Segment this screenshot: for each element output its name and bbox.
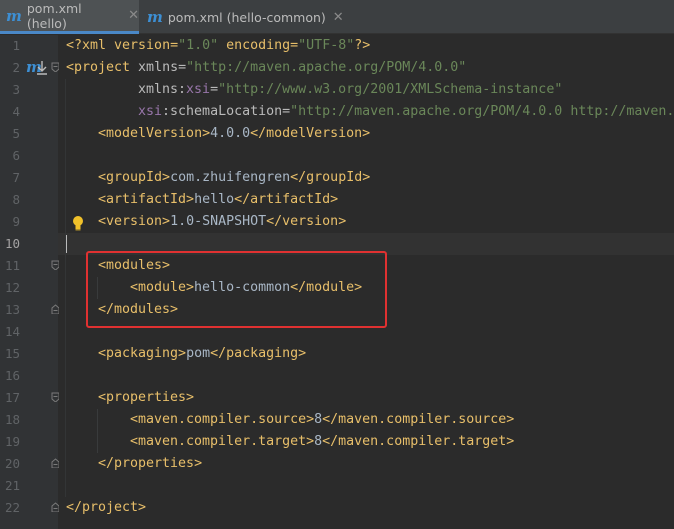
line-number: 15	[4, 346, 20, 361]
line-number: 19	[4, 434, 20, 449]
maven-icon: m	[6, 6, 22, 25]
line-number: 3	[12, 82, 20, 97]
fold-marker-icon[interactable]	[51, 260, 59, 270]
code-line-20: </properties>	[98, 456, 203, 471]
close-icon[interactable]: ✕	[128, 8, 139, 23]
line-number: 6	[12, 148, 20, 163]
tab-label: pom.xml (hello)	[26, 0, 82, 31]
line-number: 20	[4, 456, 20, 471]
fold-end-marker-icon[interactable]	[51, 304, 59, 314]
code-line-4: xsi:schemaLocation="http://maven.apache.…	[138, 104, 674, 119]
indent-guide	[97, 409, 98, 453]
fold-marker-icon[interactable]	[51, 62, 59, 72]
fold-marker-icon[interactable]	[51, 392, 59, 402]
line-number: 22	[4, 500, 20, 515]
fold-end-marker-icon[interactable]	[51, 458, 59, 468]
code-line-2: <project xmlns="http://maven.apache.org/…	[66, 60, 467, 75]
maven-icon: m	[147, 8, 163, 26]
line-number: 1	[12, 38, 20, 53]
code-line-1: <?xml version="1.0" encoding="UTF-8"?>	[66, 38, 371, 53]
line-number: 13	[4, 302, 20, 317]
line-number: 16	[4, 368, 20, 383]
line-number: 7	[12, 170, 20, 185]
fold-end-marker-icon[interactable]	[51, 502, 59, 512]
code-line-18: <maven.compiler.source>8</maven.compiler…	[130, 412, 515, 427]
code-line-3: xmlns:xsi="http://www.w3.org/2001/XMLSch…	[138, 82, 563, 97]
line-number: 12	[4, 280, 20, 295]
code-line-19: <maven.compiler.target>8</maven.compiler…	[130, 434, 515, 449]
line-number: 4	[12, 104, 20, 119]
tab-pom-hello[interactable]: m pom.xml (hello) ✕	[0, 0, 139, 34]
line-number: 5	[12, 126, 20, 141]
line-number: 17	[4, 390, 20, 405]
code-line-8: <artifactId>hello</artifactId>	[98, 192, 339, 207]
editor-tab-bar: m pom.xml (hello) ✕ m pom.xml (hello-com…	[0, 0, 674, 34]
modules-highlight-box	[86, 251, 387, 328]
arrow-down-icon[interactable]	[37, 61, 47, 75]
indent-guide	[65, 79, 66, 497]
lightbulb-icon[interactable]	[72, 215, 84, 231]
code-line-7: <groupId>com.zhuifengren</groupId>	[98, 170, 371, 185]
line-number: 2	[12, 60, 20, 75]
code-line-17: <properties>	[98, 390, 195, 405]
line-number: 14	[4, 324, 20, 339]
code-line-5: <modelVersion>4.0.0</modelVersion>	[98, 126, 371, 141]
line-number: 8	[12, 192, 20, 207]
line-number: 18	[4, 412, 20, 427]
close-icon[interactable]: ✕	[333, 10, 344, 25]
code-line-22: </project>	[66, 500, 147, 515]
code-line-15: <packaging>pom</packaging>	[98, 346, 307, 361]
tab-pom-hello-common[interactable]: m pom.xml (hello-common) ✕	[141, 0, 361, 34]
tab-label: pom.xml (hello-common)	[167, 9, 326, 25]
code-line-9: <version>1.0-SNAPSHOT</version>	[98, 214, 347, 229]
line-number: 9	[12, 214, 20, 229]
line-number: 21	[4, 478, 20, 493]
line-number: 11	[4, 258, 20, 273]
line-number: 10	[4, 236, 20, 251]
